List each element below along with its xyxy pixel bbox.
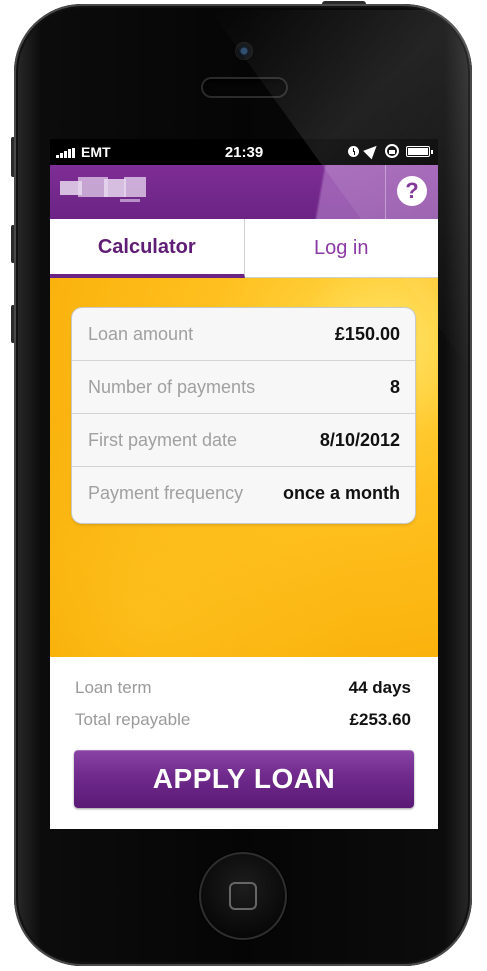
- payment-frequency-label: Payment frequency: [88, 483, 244, 503]
- front-camera: [235, 42, 253, 60]
- tab-calculator[interactable]: Calculator: [50, 219, 245, 278]
- number-of-payments-label: Number of payments: [88, 377, 256, 397]
- number-of-payments-row[interactable]: Number of payments 8: [72, 361, 415, 414]
- total-repayable-value: £253.60: [349, 710, 411, 729]
- status-bar: EMT 21:39: [50, 139, 438, 165]
- first-payment-date-value: 8/10/2012: [319, 430, 400, 450]
- payment-frequency-value: once a month: [282, 483, 400, 503]
- payment-frequency-row[interactable]: Payment frequency once a month: [72, 467, 415, 520]
- app-logo: [60, 175, 150, 205]
- loan-term-label: Loan term: [75, 678, 152, 697]
- help-area: ?: [385, 165, 438, 219]
- loan-term-row: Loan term 44 days: [75, 678, 411, 702]
- location-arrow-icon: [363, 141, 381, 159]
- help-button[interactable]: ?: [397, 176, 427, 206]
- screen: EMT 21:39 ? Calculator Log in Loan amoun…: [50, 139, 438, 829]
- battery-icon: [406, 145, 433, 157]
- loan-amount-row[interactable]: Loan amount £150.00: [72, 308, 415, 361]
- first-payment-date-row[interactable]: First payment date 8/10/2012: [72, 414, 415, 467]
- loan-amount-value: £150.00: [334, 324, 400, 344]
- number-of-payments-value: 8: [389, 377, 400, 397]
- apply-loan-button[interactable]: APPLY LOAN: [74, 750, 414, 808]
- loan-amount-label: Loan amount: [88, 324, 194, 344]
- total-repayable-row: Total repayable £253.60: [75, 710, 411, 734]
- calculator-form: Loan amount £150.00 Number of payments 8…: [72, 308, 415, 523]
- first-payment-date-label: First payment date: [88, 430, 238, 450]
- tab-bar: Calculator Log in: [50, 219, 438, 278]
- total-repayable-label: Total repayable: [75, 710, 191, 729]
- home-button: [199, 852, 287, 940]
- app-header: ?: [50, 165, 438, 219]
- rotation-lock-icon: [385, 144, 399, 158]
- tab-log-in[interactable]: Log in: [244, 219, 438, 278]
- loan-term-value: 44 days: [348, 678, 411, 697]
- earpiece-speaker: [203, 79, 286, 96]
- alarm-clock-icon: [348, 145, 359, 157]
- home-square-icon: [229, 882, 257, 910]
